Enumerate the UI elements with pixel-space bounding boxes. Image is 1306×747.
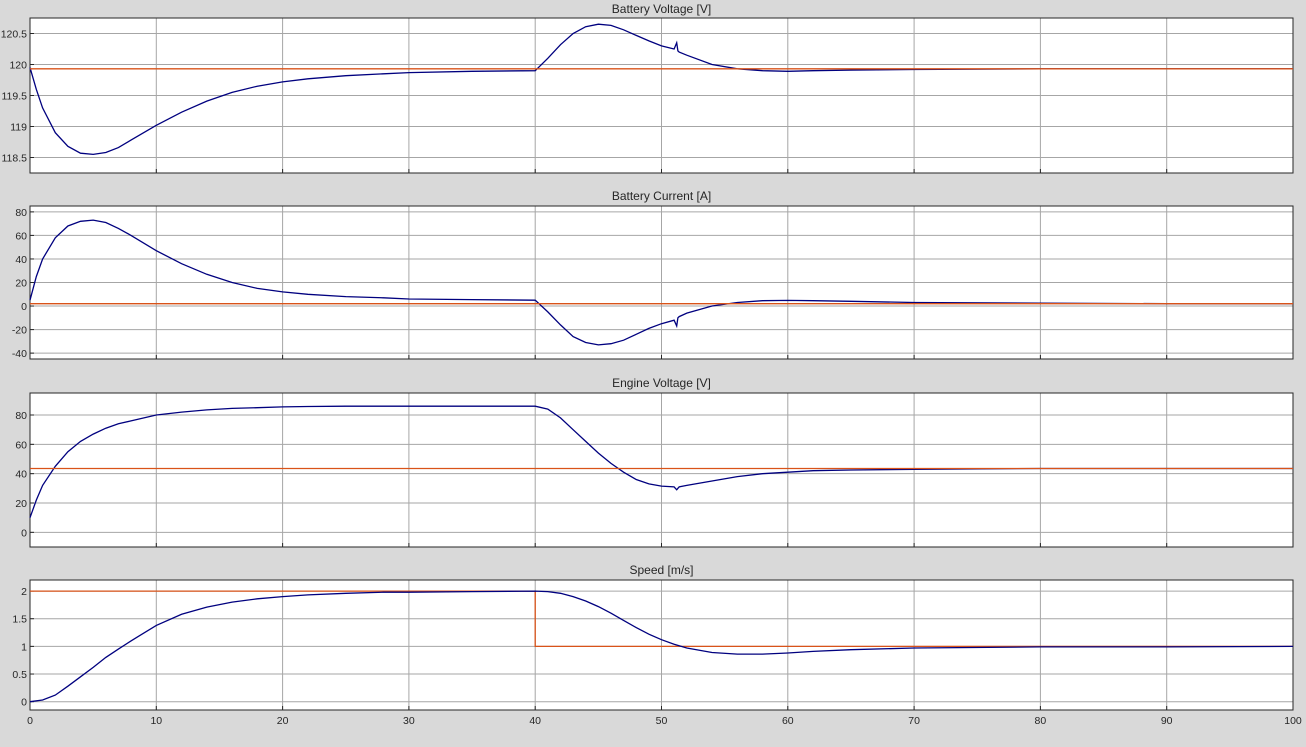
x-tick-label: 20 [277, 715, 289, 727]
y-tick-label: 120 [9, 60, 27, 72]
y-tick-label: 2 [21, 586, 27, 598]
x-tick-label: 50 [656, 715, 668, 727]
x-tick-label: 80 [1035, 715, 1047, 727]
y-tick-label: 80 [15, 410, 27, 422]
y-tick-label: 119.5 [2, 91, 28, 103]
y-tick-label: 1 [21, 641, 27, 653]
y-tick-label: 40 [15, 254, 27, 266]
x-tick-label: 30 [403, 715, 415, 727]
x-tick-label: 10 [150, 715, 162, 727]
chart-title: Speed [m/s] [629, 563, 693, 577]
x-tick-label: 60 [782, 715, 794, 727]
y-tick-label: 1.5 [12, 614, 27, 626]
y-tick-label: 118.5 [2, 153, 28, 165]
x-tick-label: 40 [529, 715, 541, 727]
y-tick-label: 0 [21, 527, 27, 539]
y-tick-label: 60 [15, 230, 27, 242]
x-tick-label: 90 [1161, 715, 1173, 727]
y-tick-label: 120.5 [1, 29, 27, 41]
chart-title: Battery Voltage [V] [612, 2, 711, 16]
chart-title: Engine Voltage [V] [612, 376, 711, 390]
y-tick-label: 0 [21, 697, 27, 709]
chart-panel-2: -40 -20 0 20 40 60 80 Battery Current [A] [12, 189, 1294, 360]
y-tick-label: 119 [10, 122, 27, 134]
y-tick-label: 20 [15, 278, 27, 290]
scope-figure: 118.5119119.5120120.5Battery Voltage [V]… [1, 2, 1302, 727]
chart-panel-3: 0 20 40 60 80 Engine Voltage [V] [15, 376, 1294, 548]
chart-title: Battery Current [A] [612, 189, 711, 203]
y-tick-label: -20 [12, 325, 27, 337]
x-tick-label: 100 [1284, 715, 1302, 727]
x-tick-label: 70 [908, 715, 920, 727]
y-tick-label: 60 [15, 439, 27, 451]
y-tick-label: 0.5 [12, 669, 27, 681]
y-tick-label: 40 [15, 469, 27, 481]
x-tick-label: 0 [27, 715, 33, 727]
y-tick-label: 20 [15, 498, 27, 510]
chart-panel-1: 118.5 119 119.5 120 120.5 Battery Voltage [V] [1, 2, 1294, 174]
y-tick-label: 0 [21, 301, 27, 313]
y-tick-label: 80 [15, 207, 27, 219]
y-tick-label: -40 [12, 348, 27, 360]
chart-panel-4: 0 10 20 30 40 50 60 70 80 90 100 0 0.5 1 1.5 2 Speed [m/… [12, 563, 1302, 727]
